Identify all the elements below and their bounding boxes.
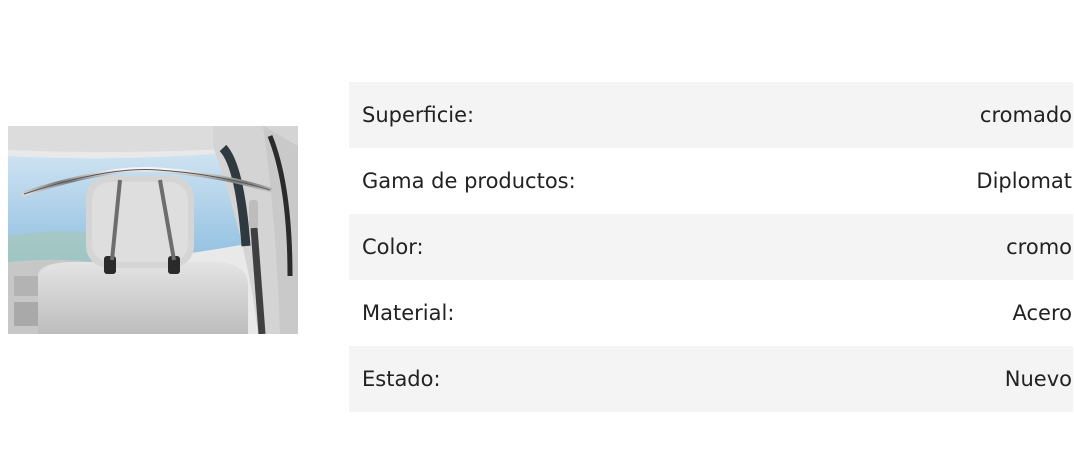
spec-row-estado: Estado: Nuevo	[349, 346, 1073, 412]
spec-label: Superficie:	[362, 102, 475, 127]
spec-label: Estado:	[362, 366, 441, 391]
product-image	[8, 126, 298, 334]
spec-value: cromo	[1006, 234, 1072, 259]
spec-value: cromado	[979, 102, 1072, 127]
spec-label: Material:	[362, 300, 455, 325]
spec-row-color: Color: cromo	[349, 214, 1073, 280]
spec-row-gama: Gama de productos: Diplomat	[349, 148, 1073, 214]
spec-label: Color:	[362, 234, 424, 259]
spec-row-superficie: Superficie: cromado	[349, 82, 1073, 148]
spec-value: Acero	[1012, 300, 1072, 325]
spec-label: Gama de productos:	[362, 168, 576, 193]
product-spec-table: Superficie: cromado Gama de productos: D…	[349, 82, 1073, 412]
car-seat-coat-hanger-image	[8, 126, 298, 334]
spec-value: Diplomat	[976, 168, 1072, 193]
spec-row-material: Material: Acero	[349, 280, 1073, 346]
spec-value: Nuevo	[1004, 366, 1072, 391]
